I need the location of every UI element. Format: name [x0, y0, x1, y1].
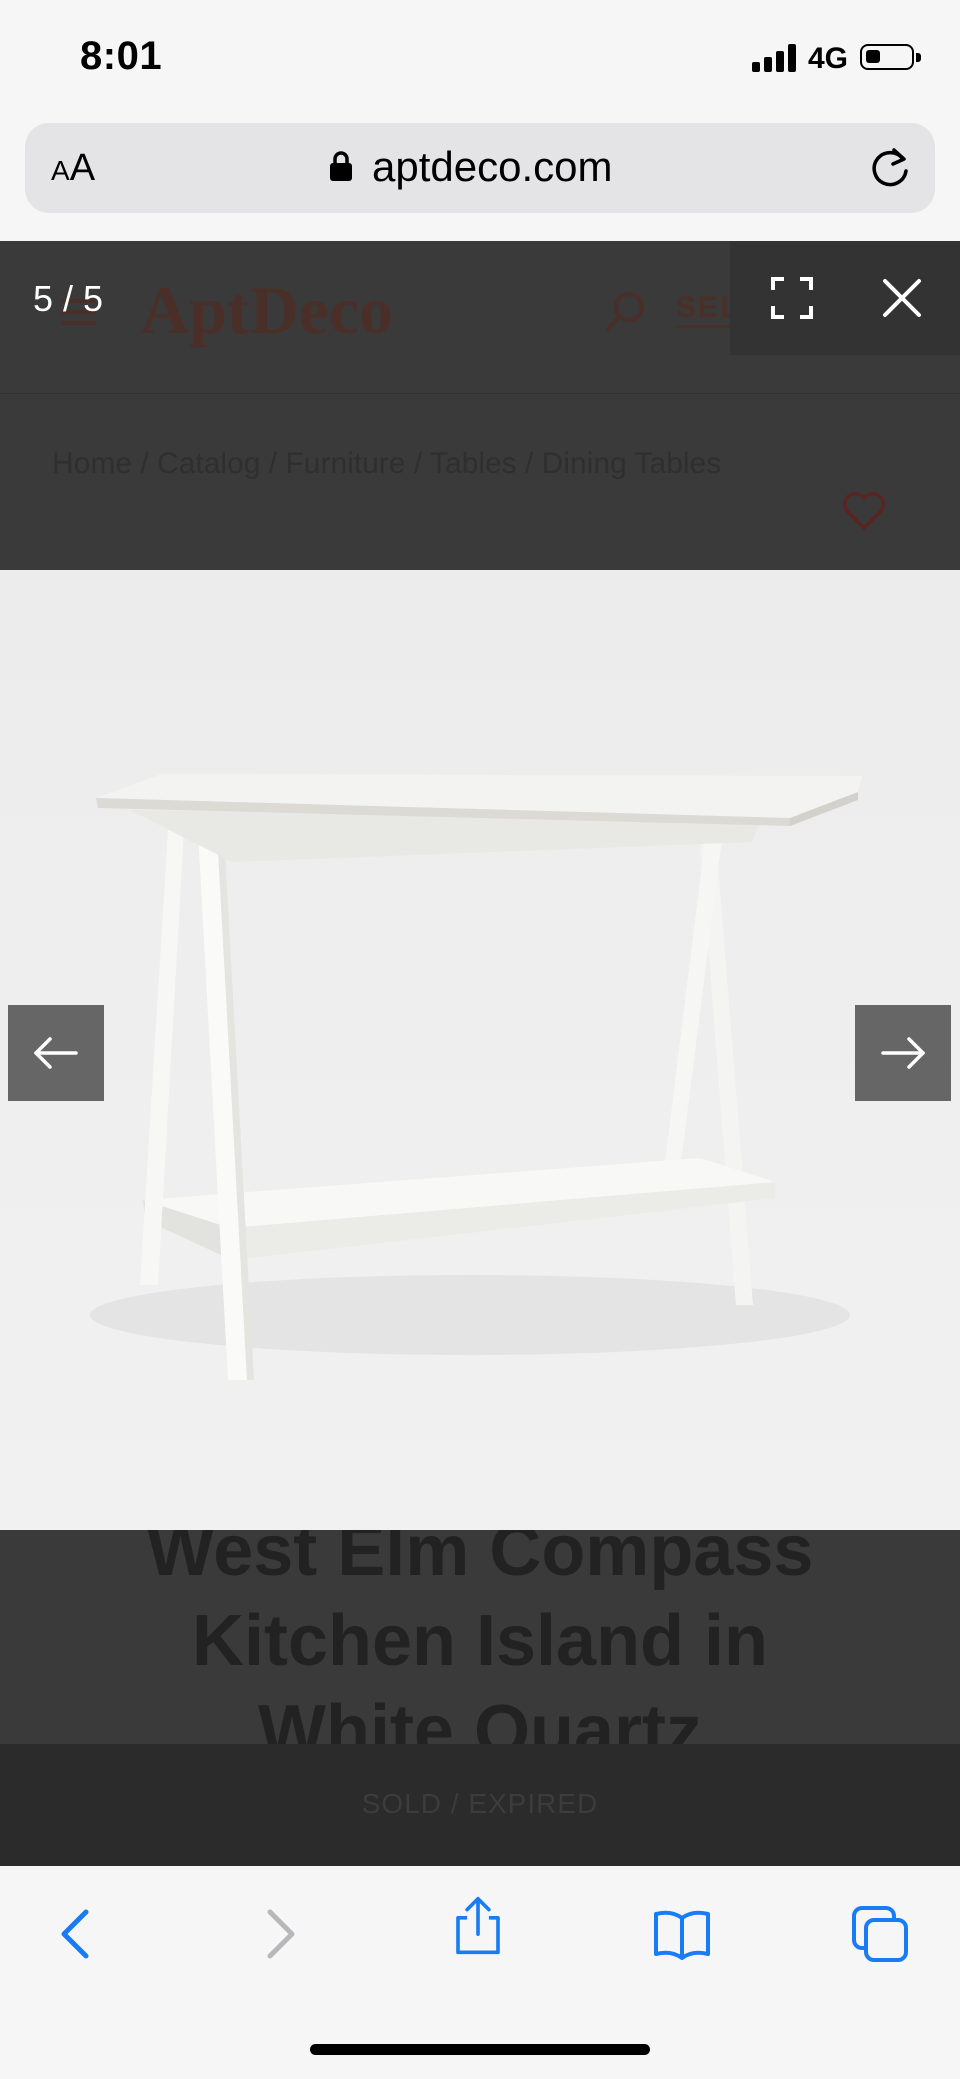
reload-icon[interactable] [867, 145, 913, 191]
text-size-button[interactable]: AA [51, 147, 95, 190]
tabs-icon[interactable] [850, 1904, 910, 1964]
breadcrumb: Home / Catalog / Furniture / Tables / Di… [52, 447, 722, 480]
forward-icon[interactable] [248, 1904, 308, 1964]
lightbox-image-area [0, 570, 960, 1530]
fullscreen-icon[interactable] [770, 276, 814, 320]
share-icon[interactable] [448, 1896, 508, 1956]
back-icon[interactable] [48, 1904, 108, 1964]
status-bar-sold: SOLD / EXPIRED [0, 1744, 960, 1866]
status-time: 8:01 [80, 34, 163, 78]
search-icon [606, 292, 644, 331]
cellular-signal-icon [752, 44, 798, 72]
close-icon[interactable] [882, 278, 922, 318]
battery-icon [860, 44, 921, 70]
site-logo: AptDeco [140, 272, 394, 348]
product-title: West Elm Compass Kitchen Island in White… [146, 1511, 814, 1771]
network-type: 4G [808, 42, 849, 75]
header-divider [0, 393, 960, 394]
product-image [0, 570, 960, 1530]
heart-icon [843, 492, 885, 530]
address-bar[interactable]: AA aptdeco.com [25, 123, 935, 213]
image-counter: 5 / 5 [33, 278, 104, 319]
bookmarks-icon[interactable] [652, 1904, 712, 1964]
lock-icon [330, 151, 352, 181]
browser-toolbar [0, 1866, 960, 2079]
next-image-button[interactable] [855, 1005, 951, 1101]
url-domain[interactable]: aptdeco.com [372, 143, 612, 191]
previous-image-button[interactable] [8, 1005, 104, 1101]
arrow-right-icon [881, 1037, 925, 1069]
lightbox-controls [730, 241, 960, 355]
status-bar: 8:01 4G [0, 0, 960, 120]
home-indicator [310, 2044, 650, 2055]
arrow-left-icon [34, 1037, 78, 1069]
sold-label: SOLD / EXPIRED [361, 1788, 599, 1819]
